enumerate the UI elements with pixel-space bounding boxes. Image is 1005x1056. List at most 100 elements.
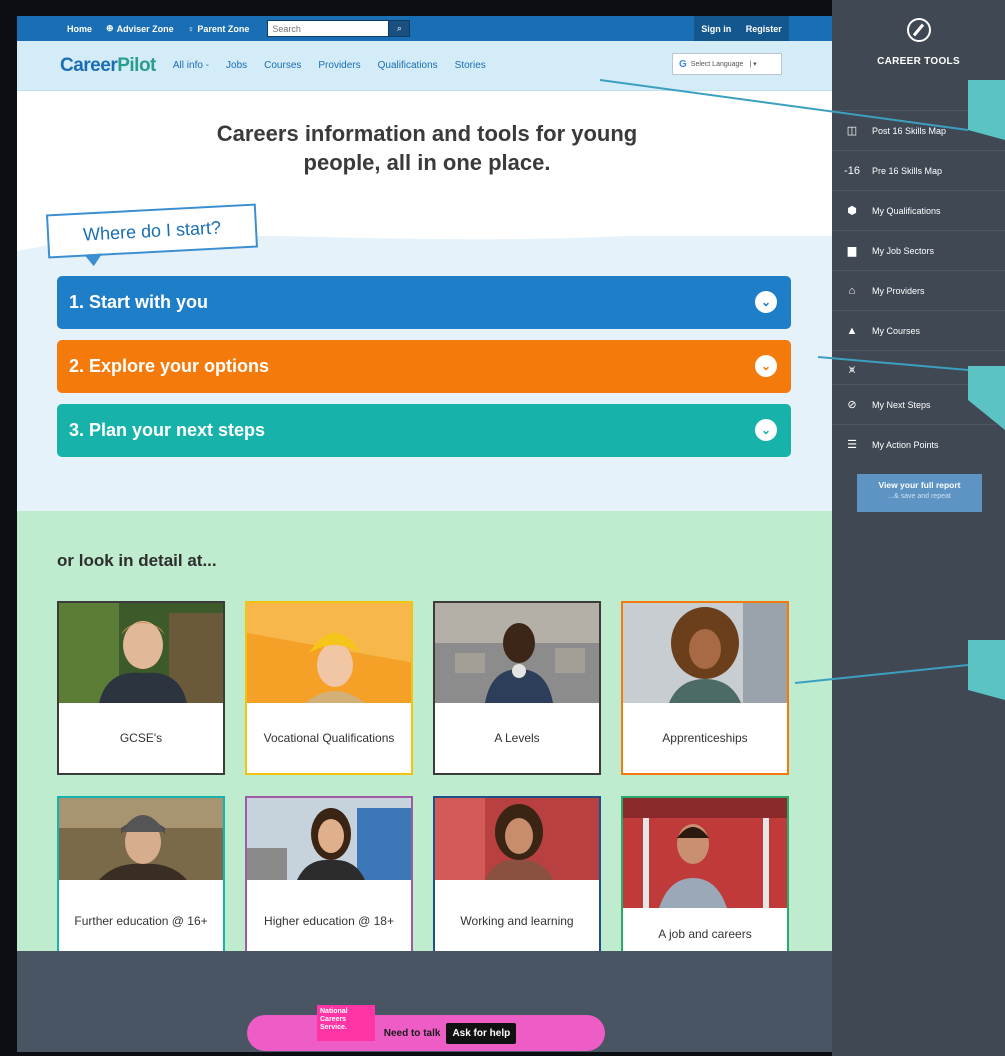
need-to-talk-label: Need to talk [383, 1027, 441, 1039]
main-navigation: CareerPilot All info - Jobs Courses Prov… [17, 41, 832, 91]
card-label: GCSE's [119, 730, 163, 745]
nav-item-providers[interactable]: Providers [318, 60, 360, 71]
institution-icon: ⌂ [848, 284, 856, 297]
adviser-zone-link[interactable]: ⊕ Adviser Zone [106, 23, 174, 34]
accordion-start-with-you[interactable]: 1. Start with you ⌄ [57, 276, 791, 329]
tool-label: My Qualifications [872, 205, 941, 216]
hero-section: Careers information and tools for young … [17, 91, 832, 511]
careerpilot-page: Home ⊕ Adviser Zone ♀ Parent Zone ⌕ Sign… [17, 16, 832, 1052]
card-apprenticeships[interactable]: Apprenticeships [621, 601, 789, 775]
compass-icon: ⊘ [847, 399, 857, 411]
accordion-explore-options[interactable]: 2. Explore your options ⌄ [57, 340, 791, 393]
search-button[interactable]: ⌕ [388, 21, 410, 36]
card-label: Vocational Qualifications [263, 730, 395, 745]
vocational-photo [247, 603, 411, 703]
chevron-down-icon: | ▾ [749, 61, 757, 68]
tool-my-courses[interactable]: ▲ My Courses [832, 310, 1005, 350]
tool-label: My Courses [872, 325, 921, 336]
plus-circle-icon: ⊕ [106, 23, 114, 33]
logo-pilot-text: Pilot [117, 54, 156, 76]
top-utility-bar: Home ⊕ Adviser Zone ♀ Parent Zone ⌕ Sign… [17, 16, 832, 41]
tool-my-action-points[interactable]: ☰ My Action Points [832, 424, 1005, 464]
card-vocational-qualifications[interactable]: Vocational Qualifications [245, 601, 413, 775]
tool-label: Pre 16 Skills Map [872, 165, 943, 176]
screenshot-frame: Home ⊕ Adviser Zone ♀ Parent Zone ⌕ Sign… [0, 0, 1005, 1056]
page-title-line-2: people, all in one place. [303, 150, 551, 175]
card-label: Working and learning [460, 913, 574, 928]
career-tools-title: CAREER TOOLS [877, 56, 960, 67]
card-higher-education[interactable]: Higher education @ 18+ [245, 796, 413, 964]
card-gcses[interactable]: GCSE's [57, 601, 225, 775]
parent-zone-link[interactable]: ♀ Parent Zone [188, 24, 250, 34]
tool-label: Post 16 Skills Map [872, 125, 947, 136]
card-working-and-learning[interactable]: Working and learning [433, 796, 601, 964]
search-box: ⌕ [267, 20, 411, 37]
page-title: Careers information and tools for young … [117, 119, 737, 177]
job-careers-photo [623, 798, 787, 908]
chevron-down-icon: ⌄ [755, 291, 777, 313]
gcse-photo [59, 603, 223, 703]
chevron-down-icon: ⌄ [755, 355, 777, 377]
nav-item-courses[interactable]: Courses [264, 60, 301, 71]
tool-my-providers[interactable]: ⌂ My Providers [832, 270, 1005, 310]
card-job-and-careers[interactable]: A job and careers [621, 796, 789, 962]
person-icon: ♀ [187, 23, 195, 34]
account-links: Sign in Register [694, 16, 789, 41]
speech-tail [84, 253, 103, 267]
adviser-zone-label: Adviser Zone [116, 23, 174, 34]
national-careers-service-logo: National Careers Service. [317, 1005, 375, 1041]
logo-career-text: Career [60, 54, 118, 76]
tool-label: My Job Sectors [872, 245, 935, 256]
chevron-down-icon: ⌄ [755, 419, 777, 441]
nav-item-stories[interactable]: Stories [455, 60, 486, 71]
card-label: Further education @ 16+ [74, 913, 208, 928]
pre16-icon: -16 [844, 164, 860, 177]
card-a-levels[interactable]: A Levels [433, 601, 601, 775]
compass-icon [906, 18, 931, 42]
accordion-label: 3. Plan your next steps [69, 420, 266, 440]
ask-for-help-button[interactable]: Ask for help [446, 1022, 517, 1044]
language-select[interactable]: G Select Language | ▾ [672, 53, 782, 75]
report-label: View your full report [878, 480, 961, 490]
home-link[interactable]: Home [67, 24, 92, 34]
tool-my-job-sectors[interactable]: ▆ My Job Sectors [832, 230, 1005, 270]
tool-my-qualifications[interactable]: ⬢ My Qualifications [832, 190, 1005, 230]
nav-item-jobs[interactable]: Jobs [226, 60, 247, 71]
card-label: Higher education @ 18+ [264, 913, 394, 928]
search-icon: ⌕ [396, 23, 402, 33]
view-full-report-button[interactable]: View your full report ...& save and repe… [857, 474, 982, 512]
register-link[interactable]: Register [746, 24, 782, 34]
graduation-cap-icon: ▲ [846, 324, 858, 337]
tool-label: My Next Steps [872, 399, 931, 410]
accordion-label: 1. Start with you [69, 292, 209, 312]
language-select-label: Select Language [690, 60, 744, 68]
search-input[interactable] [268, 21, 389, 36]
card-label: Apprenticeships [662, 730, 748, 745]
card-further-education[interactable]: Further education @ 16+ [57, 796, 225, 964]
accordion-plan-next-steps[interactable]: 3. Plan your next steps ⌄ [57, 404, 791, 457]
badge-icon: ⬢ [847, 205, 857, 217]
apprenticeships-photo [623, 603, 787, 703]
sign-in-link[interactable]: Sign in [701, 24, 731, 34]
parent-zone-label: Parent Zone [197, 23, 250, 34]
help-bar: National Careers Service. Need to talk A… [247, 1005, 605, 1051]
map-icon: ◫ [846, 125, 858, 137]
where-do-i-start-label: Where do I start? [82, 216, 222, 245]
tool-label: My Providers [872, 285, 925, 296]
tool-my-next-steps[interactable]: ⊘ My Next Steps [832, 384, 1005, 424]
detail-heading: or look in detail at... [57, 551, 217, 570]
nav-item-all-info[interactable]: All info - [173, 60, 209, 71]
tool-label: My Action Points [872, 439, 939, 450]
tool-post-16-skills-map[interactable]: ◫ Post 16 Skills Map [832, 110, 1005, 150]
working-learning-photo [435, 798, 599, 880]
graph-icon: ⩙ [848, 364, 856, 376]
nav-item-qualifications[interactable]: Qualifications [378, 60, 438, 71]
detail-section: or look in detail at... GCSE's Vocationa… [17, 511, 832, 964]
career-tools-header: CAREER TOOLS [832, 18, 1005, 67]
accordion-label: 2. Explore your options [69, 356, 270, 376]
report-sub-label: ...& save and repeat [888, 493, 951, 500]
tool-pre-16-skills-map[interactable]: -16 Pre 16 Skills Map [832, 150, 1005, 190]
higher-education-photo [247, 798, 411, 880]
briefcase-icon: ▆ [847, 245, 857, 257]
careerpilot-logo[interactable]: CareerPilot [60, 55, 156, 77]
